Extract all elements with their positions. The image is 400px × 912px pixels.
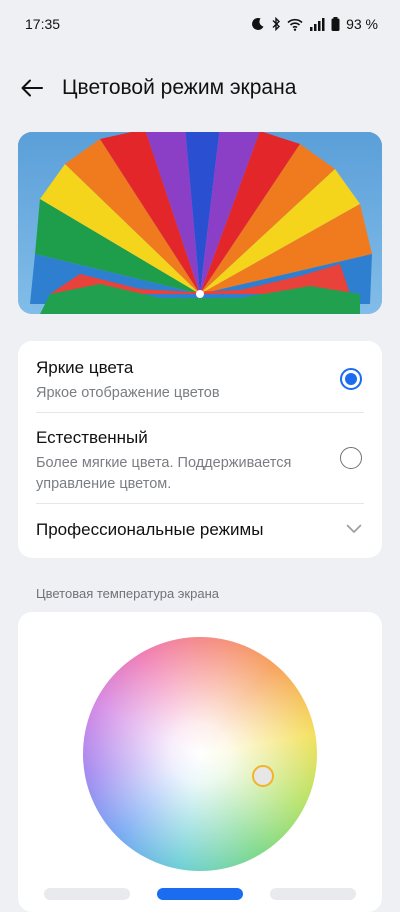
mode-title: Естественный: [36, 428, 148, 447]
divider: [36, 503, 364, 504]
page-title: Цветовой режим экрана: [62, 76, 297, 99]
mode-option-vivid[interactable]: Яркие цвета Яркое отображение цветов: [36, 357, 364, 404]
mode-subtitle-line: управление цветом.: [36, 476, 172, 492]
divider: [36, 412, 364, 413]
app-header: Цветовой режим экрана: [0, 60, 400, 116]
bluetooth-icon: [272, 17, 281, 31]
preview-image: [18, 132, 382, 314]
signal-icon: [310, 17, 325, 31]
status-icons: 93 %: [251, 16, 378, 32]
pro-modes-row[interactable]: Профессиональные режимы: [36, 519, 364, 541]
radio-natural[interactable]: [340, 447, 362, 469]
color-wheel[interactable]: [83, 637, 317, 871]
preset-button-right[interactable]: [270, 888, 356, 900]
mode-subtitle: Более мягкие цвета. Поддерживается управ…: [36, 453, 364, 495]
chevron-down-icon: [346, 524, 362, 533]
battery-icon: [331, 17, 340, 31]
preset-button-left[interactable]: [44, 888, 130, 900]
status-bar: 17:35 93 %: [0, 0, 400, 48]
mode-title: Профессиональные режимы: [36, 520, 264, 539]
wifi-icon: [287, 18, 303, 31]
moon-icon: [252, 17, 264, 30]
battery-percent: 93 %: [346, 16, 378, 32]
arrow-left-icon: [21, 79, 43, 97]
mode-subtitle: Яркое отображение цветов: [36, 385, 220, 401]
back-button[interactable]: [10, 66, 54, 110]
color-mode-card: Яркие цвета Яркое отображение цветов Ест…: [18, 341, 382, 558]
temperature-card: [18, 612, 382, 912]
radio-vivid[interactable]: [340, 368, 362, 390]
color-wheel-handle[interactable]: [252, 765, 274, 787]
status-time: 17:35: [25, 16, 61, 32]
mode-subtitle-line: Более мягкие цвета. Поддерживается: [36, 455, 292, 471]
section-label-temperature: Цветовая температура экрана: [36, 586, 219, 601]
preset-button-center[interactable]: [157, 888, 243, 900]
mode-option-natural[interactable]: Естественный Более мягкие цвета. Поддерж…: [36, 427, 364, 495]
mode-title: Яркие цвета: [36, 358, 134, 377]
